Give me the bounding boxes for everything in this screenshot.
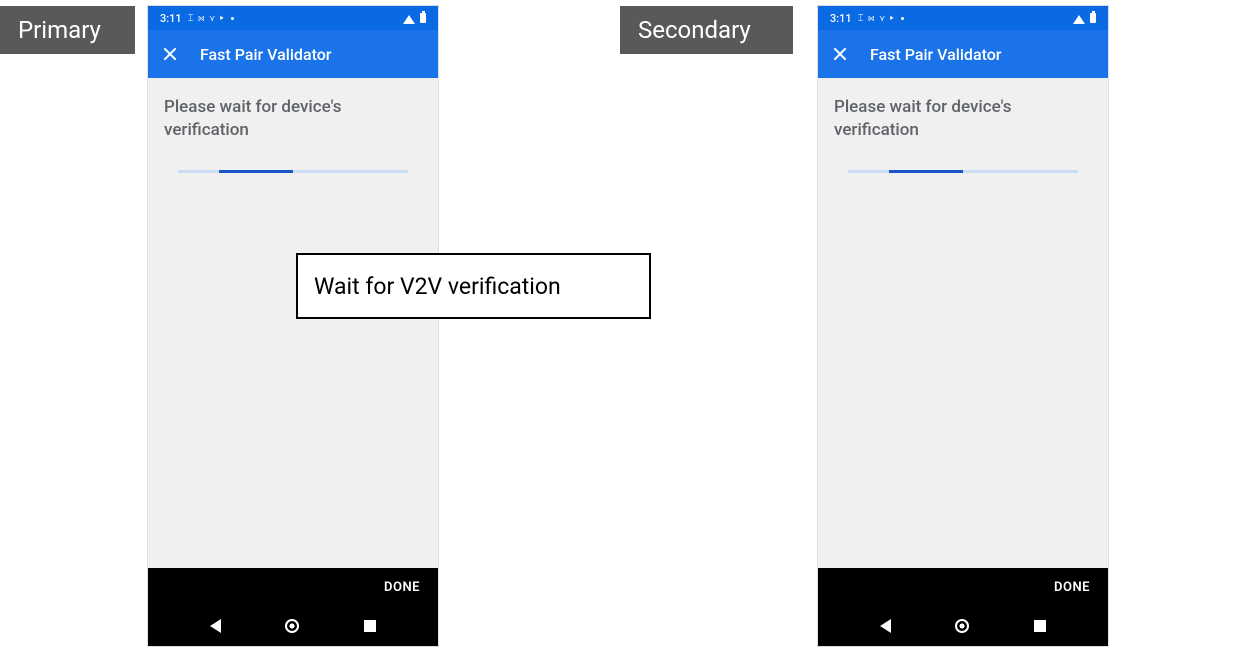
status-time: 3:11 <box>160 12 182 25</box>
label-secondary: Secondary <box>620 6 793 54</box>
wait-message: Please wait for device's verification <box>834 96 1092 142</box>
done-button[interactable]: DONE <box>384 580 420 595</box>
nav-home-icon[interactable] <box>955 619 969 633</box>
progress-fill <box>219 170 293 173</box>
wait-message: Please wait for device's verification <box>164 96 422 142</box>
bottom-action-bar: DONE <box>148 568 438 606</box>
status-right <box>403 13 426 23</box>
close-icon[interactable] <box>832 46 848 62</box>
phone-secondary: 3:11 ⌶ ⋈ ⋎ ▸ Fast Pair Validator Please … <box>818 6 1108 646</box>
label-primary-text: Primary <box>18 16 101 44</box>
status-time: 3:11 <box>830 12 852 25</box>
progress-bar <box>178 170 408 173</box>
nav-home-icon[interactable] <box>285 619 299 633</box>
status-left: 3:11 ⌶ ⋈ ⋎ ▸ <box>830 12 904 25</box>
content-area: Please wait for device's verification <box>818 78 1108 568</box>
progress-fill <box>889 170 963 173</box>
nav-back-icon[interactable] <box>880 619 891 633</box>
status-bar: 3:11 ⌶ ⋈ ⋎ ▸ <box>818 6 1108 30</box>
phone-primary: 3:11 ⌶ ⋈ ⋎ ▸ Fast Pair Validator Please … <box>148 6 438 646</box>
app-title: Fast Pair Validator <box>870 45 1001 64</box>
nav-bar <box>148 606 438 646</box>
close-icon[interactable] <box>162 46 178 62</box>
status-left: 3:11 ⌶ ⋈ ⋎ ▸ <box>160 12 234 25</box>
status-bar: 3:11 ⌶ ⋈ ⋎ ▸ <box>148 6 438 30</box>
status-notif-icons: ⌶ ⋈ ⋎ ▸ <box>858 13 895 24</box>
done-button[interactable]: DONE <box>1054 580 1090 595</box>
nav-recent-icon[interactable] <box>1034 620 1046 632</box>
callout-text: Wait for V2V verification <box>314 273 561 300</box>
app-title: Fast Pair Validator <box>200 45 331 64</box>
content-area: Please wait for device's verification <box>148 78 438 568</box>
app-bar: Fast Pair Validator <box>818 30 1108 78</box>
progress-bar <box>848 170 1078 173</box>
status-notif-icons: ⌶ ⋈ ⋎ ▸ <box>188 13 225 24</box>
app-bar: Fast Pair Validator <box>148 30 438 78</box>
status-more-icon <box>901 17 904 20</box>
battery-icon <box>420 13 426 23</box>
label-primary: Primary <box>0 6 135 54</box>
bottom-action-bar: DONE <box>818 568 1108 606</box>
wifi-icon <box>403 15 415 24</box>
status-right <box>1073 13 1096 23</box>
wifi-icon <box>1073 15 1085 24</box>
nav-recent-icon[interactable] <box>364 620 376 632</box>
nav-back-icon[interactable] <box>210 619 221 633</box>
battery-icon <box>1090 13 1096 23</box>
status-more-icon <box>231 17 234 20</box>
nav-bar <box>818 606 1108 646</box>
callout-box: Wait for V2V verification <box>296 253 651 319</box>
label-secondary-text: Secondary <box>638 16 751 44</box>
